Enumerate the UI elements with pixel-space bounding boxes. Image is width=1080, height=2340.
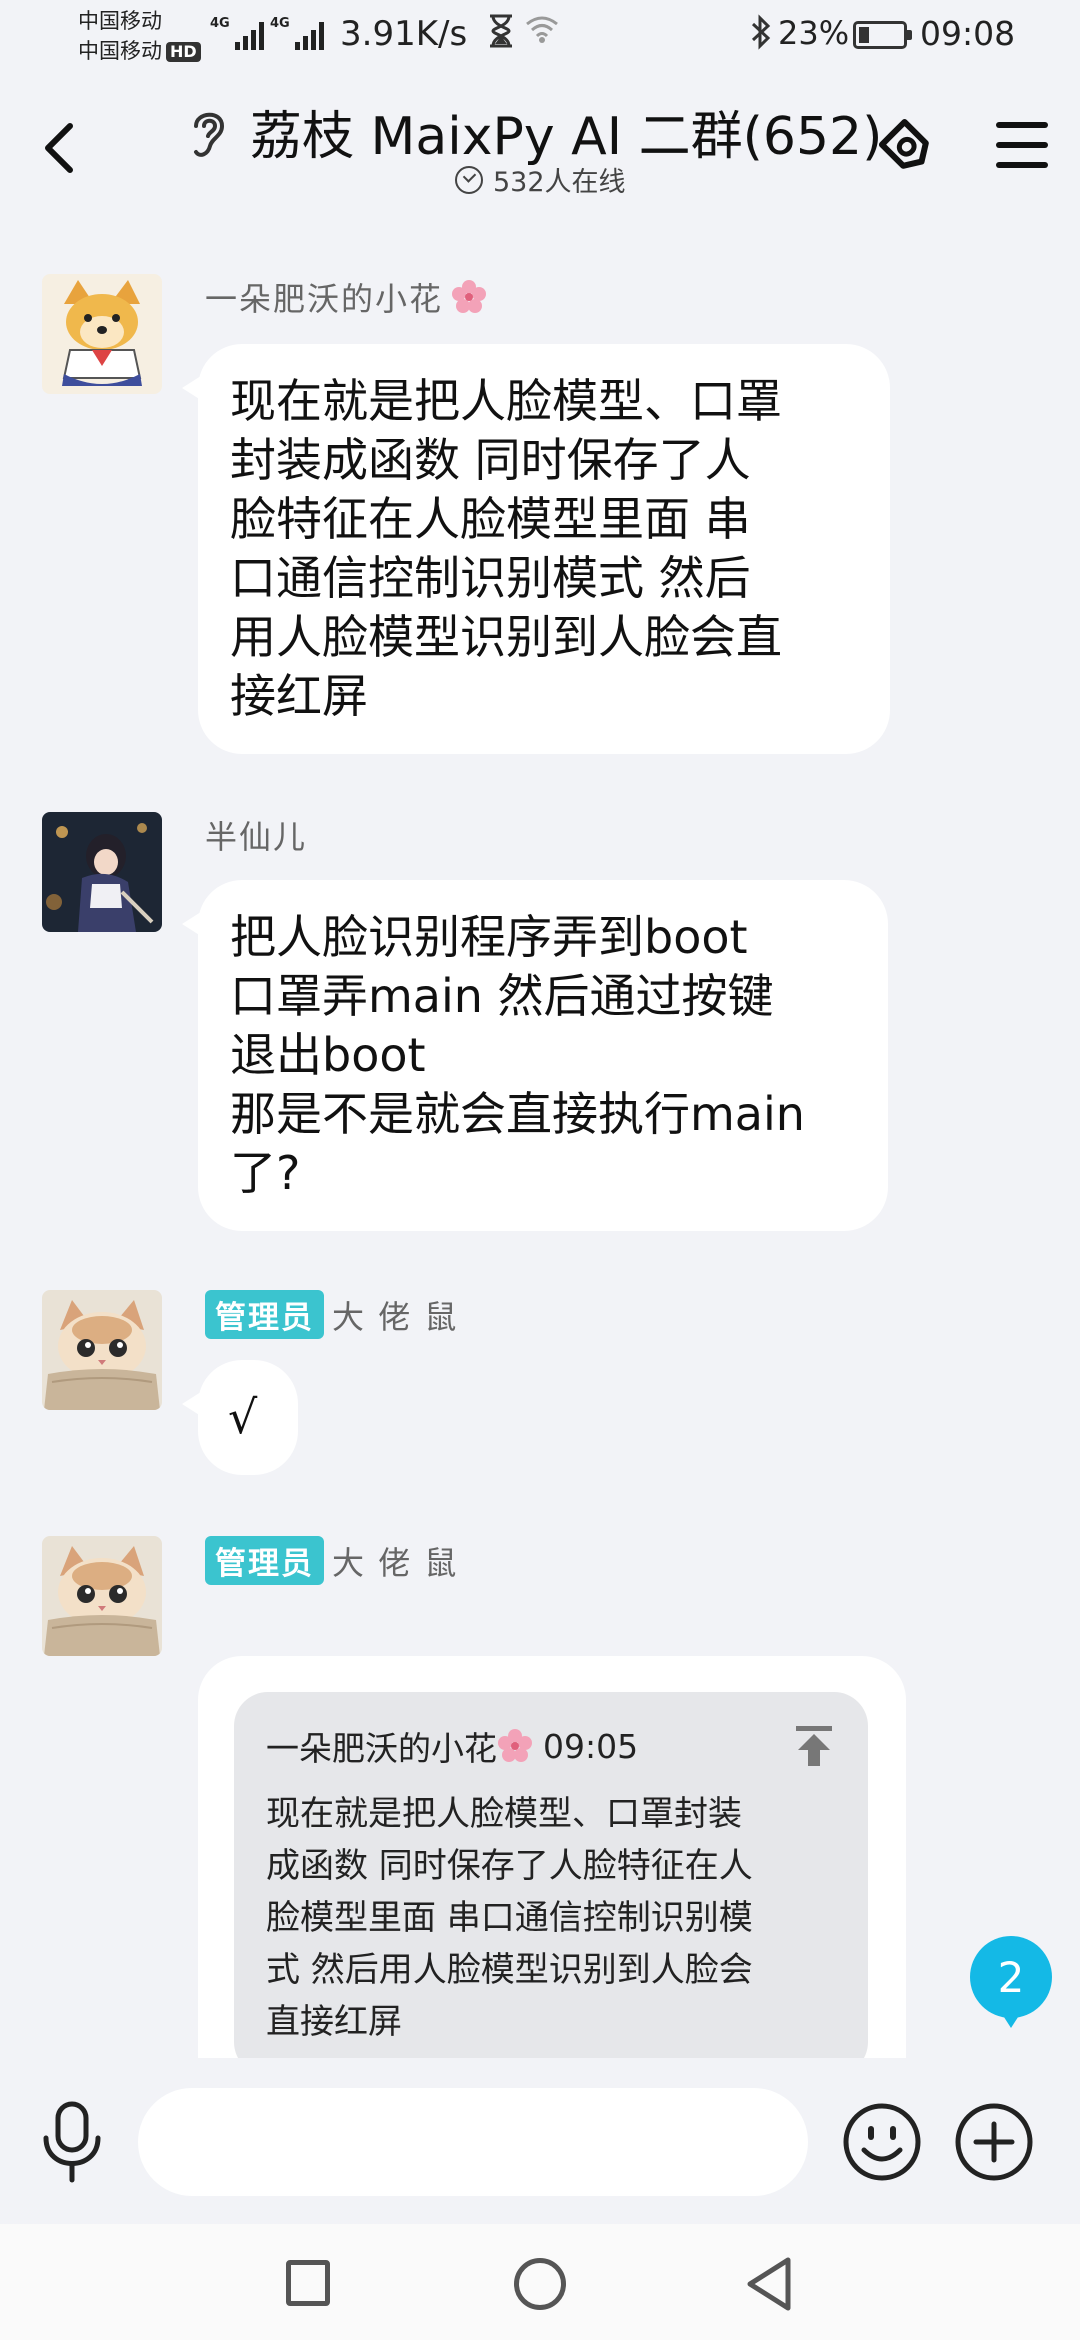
online-count: 532人在线 [493,167,626,198]
quote-time: 09:05 [543,1726,639,1766]
ear-icon[interactable] [188,106,228,162]
network-speed: 3.91K/s [340,14,468,54]
avatar[interactable] [42,1290,162,1410]
group-checkin-icon[interactable] [868,108,944,184]
sender-name[interactable]: 半仙儿 [205,812,307,858]
chat-header: 荔枝 MaixPy AI 二群(652) 532人在线 [0,80,1080,210]
menu-line [996,162,1048,168]
message-bubble[interactable]: √ [182,1360,298,1475]
sender-row: 一朵肥沃的小花 [205,274,487,320]
signal-bar [242,36,248,50]
menu-line [996,122,1048,128]
sender-name[interactable]: 大 佬 鼠 [332,1292,458,1338]
sakura-icon [497,1728,533,1764]
home-button[interactable] [514,2258,566,2310]
status-clock: 09:08 [920,14,1016,53]
unread-count-badge[interactable]: 2 [970,1936,1052,2028]
quote-header: 一朵肥沃的小花 09:05 [266,1722,836,1770]
avatar[interactable] [42,812,162,932]
message-input[interactable] [138,2088,808,2196]
reply-bubble[interactable]: 一朵肥沃的小花 09:05 现在就是把人脸模型、口罩封装 成函数 同时保存了人脸… [198,1656,906,2096]
online-status[interactable]: 532人在线 [455,160,626,199]
signal-icon-1: 4G [210,16,264,50]
jump-to-original-icon[interactable] [794,1724,834,1768]
network-type-2: 4G [270,16,290,31]
emoji-icon[interactable] [842,2102,922,2182]
admin-badge: 管理员 [205,1290,324,1339]
message-bubble[interactable]: 现在就是把人脸模型、口罩 封装成函数 同时保存了人 脸特征在人脸模型里面 串 口… [182,344,890,754]
menu-line [996,142,1048,148]
sender-name[interactable]: 大 佬 鼠 [332,1538,458,1584]
signal-bar [250,30,256,50]
microphone-icon[interactable] [38,2100,106,2184]
avatar[interactable] [42,1536,162,1656]
hd-badge: HD [166,42,201,62]
signal-bar [310,30,316,50]
signal-bar [294,42,300,50]
signal-bar [302,36,308,50]
signal-bar [258,22,264,50]
sender-row: 管理员 大 佬 鼠 [205,1290,458,1339]
battery-tip [907,30,912,40]
message-bubble[interactable]: 把人脸识别程序弄到boot 口罩弄main 然后通过按键 退出boot 那是不是… [182,880,888,1231]
carrier-name-1: 中国移动 [78,9,162,33]
wifi-icon [525,14,559,52]
carrier-name-2-text: 中国移动 [78,39,162,63]
battery-fill [859,27,869,43]
carrier-name-2: 中国移动 HD [78,38,201,64]
avatar[interactable] [42,274,162,394]
recent-apps-button[interactable] [286,2260,330,2306]
online-check-icon [455,165,483,194]
quoted-message[interactable]: 一朵肥沃的小花 09:05 现在就是把人脸模型、口罩封装 成函数 同时保存了人脸… [234,1692,868,2076]
quote-author: 一朵肥沃的小花 [266,1729,497,1768]
system-nav-bar [0,2224,1080,2340]
hourglass-icon [487,14,515,56]
input-bar [0,2058,1080,2224]
menu-icon[interactable] [996,122,1048,168]
bluetooth-icon [750,14,772,58]
signal-bar [234,42,240,50]
sakura-icon [451,279,487,315]
sender-row: 管理员 大 佬 鼠 [205,1536,458,1585]
signal-bar [318,22,324,50]
battery-icon [853,21,912,49]
plus-icon[interactable] [954,2102,1034,2182]
network-type-1: 4G [210,16,230,31]
admin-badge: 管理员 [205,1536,324,1585]
back-nav-button[interactable] [744,2256,794,2312]
sender-name[interactable]: 一朵肥沃的小花 [205,274,443,320]
battery-percent: 23% [778,14,850,52]
back-icon[interactable] [40,118,80,178]
group-title[interactable]: 荔枝 MaixPy AI 二群(652) [250,94,882,169]
sender-row: 半仙儿 [205,812,307,858]
status-bar: 中国移动 中国移动 HD 4G 4G 3.91K/s 23% 09:08 [0,0,1080,80]
signal-icon-2: 4G [270,16,324,50]
quote-text: 现在就是把人脸模型、口罩封装 成函数 同时保存了人脸特征在人 脸模型里面 串口通… [266,1794,753,2042]
